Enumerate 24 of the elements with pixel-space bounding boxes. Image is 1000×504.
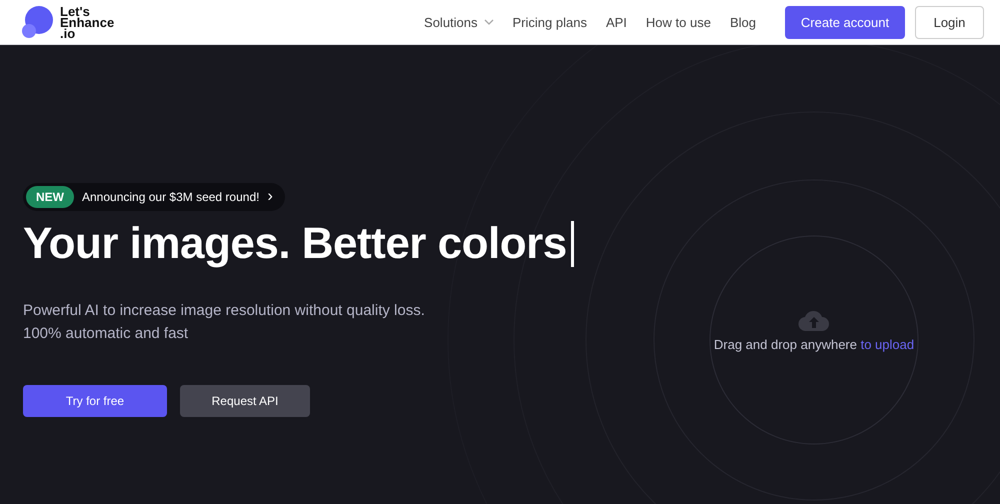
nav-link[interactable]: Solutions xyxy=(424,14,494,30)
nav-link[interactable]: API xyxy=(606,14,627,30)
upload-cloud-icon xyxy=(798,309,830,331)
subtitle: 100% automatic and fast xyxy=(23,324,190,344)
logo-text: Enhance xyxy=(60,16,114,28)
nav-link[interactable]: How to use xyxy=(646,14,711,30)
text-cursor-icon xyxy=(570,221,574,267)
announcement-badge[interactable]: NEW Announcing our $3M seed round! › xyxy=(23,183,285,211)
create-account-button[interactable]: Create account xyxy=(785,6,905,38)
login-button[interactable]: Login xyxy=(915,6,984,38)
logo-text: Let's xyxy=(60,6,90,16)
nav-link[interactable]: Pricing plans xyxy=(512,14,587,30)
subtitle: Powerful AI to increase image resolution without quality loss. xyxy=(23,301,426,321)
chevron-right: › xyxy=(267,190,273,204)
try-free-button[interactable]: Try for free xyxy=(23,385,167,417)
upload-link[interactable]: to upload xyxy=(860,337,914,352)
new-tag: NEW xyxy=(26,186,74,208)
request-api-button[interactable]: Request API xyxy=(180,385,310,417)
announcement-text: Announcing our $3M seed round! xyxy=(82,190,260,204)
logo-text: .io xyxy=(60,28,76,38)
drop-text: Drag and drop anywhere to upload xyxy=(714,337,914,352)
logo-icon xyxy=(20,5,54,39)
headline: Your images. Better colors xyxy=(23,219,567,269)
nav-link[interactable]: Blog xyxy=(730,14,756,30)
